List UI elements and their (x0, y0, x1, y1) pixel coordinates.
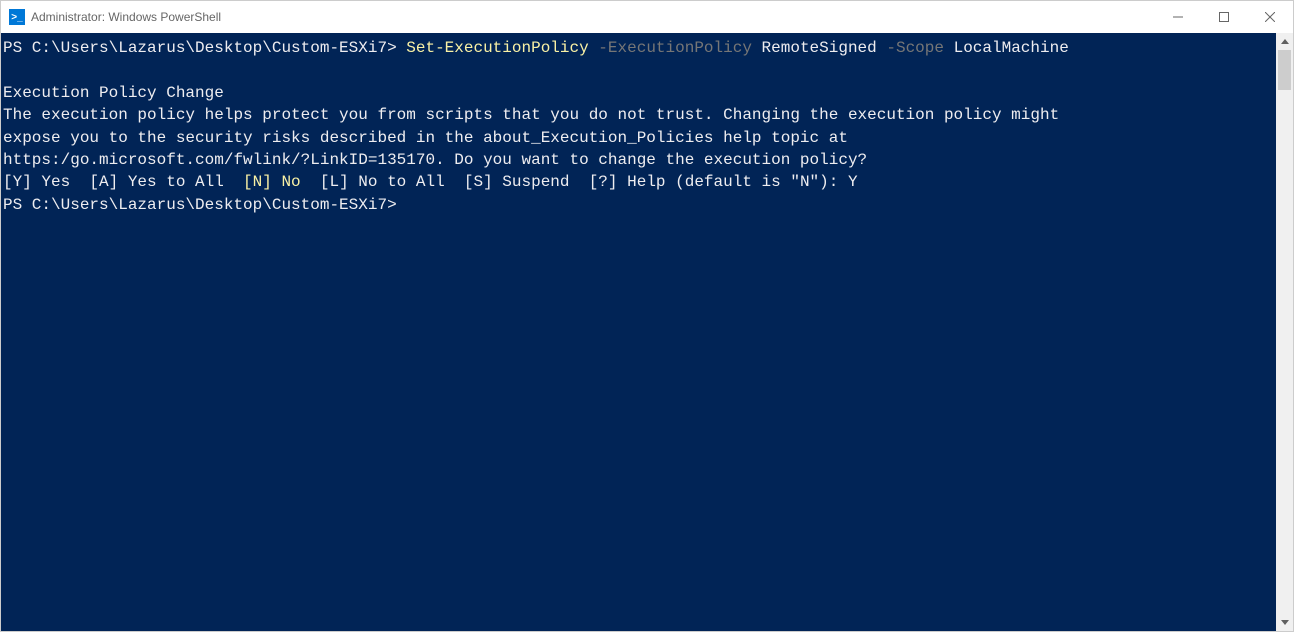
param-name: -ExecutionPolicy (589, 39, 752, 57)
param-value: RemoteSigned (752, 39, 877, 57)
powershell-icon: >_ (9, 9, 25, 25)
prompt-text: PS C:\Users\Lazarus\Desktop\Custom-ESXi7… (3, 39, 406, 57)
terminal-line: https:/go.microsoft.com/fwlink/?LinkID=1… (3, 151, 867, 169)
prompt-text: PS C:\Users\Lazarus\Desktop\Custom-ESXi7… (3, 196, 397, 214)
cmdlet-name: Set-ExecutionPolicy (406, 39, 588, 57)
terminal-output[interactable]: PS C:\Users\Lazarus\Desktop\Custom-ESXi7… (1, 33, 1276, 631)
choice-text: [Y] Yes [A] Yes to All (3, 173, 243, 191)
terminal-line: The execution policy helps protect you f… (3, 106, 1059, 124)
terminal-line: expose you to the security risks describ… (3, 129, 848, 147)
titlebar[interactable]: >_ Administrator: Windows PowerShell (1, 1, 1293, 33)
default-choice: [N] No (243, 173, 301, 191)
vertical-scrollbar[interactable] (1276, 33, 1293, 631)
param-value: LocalMachine (944, 39, 1069, 57)
terminal-line: Execution Policy Change (3, 84, 224, 102)
scroll-thumb[interactable] (1278, 50, 1291, 90)
scroll-track[interactable] (1276, 50, 1293, 614)
maximize-button[interactable] (1201, 1, 1247, 33)
minimize-button[interactable] (1155, 1, 1201, 33)
scroll-up-button[interactable] (1276, 33, 1293, 50)
powershell-window: >_ Administrator: Windows PowerShell PS … (0, 0, 1294, 632)
param-name: -Scope (877, 39, 944, 57)
content-area: PS C:\Users\Lazarus\Desktop\Custom-ESXi7… (1, 33, 1293, 631)
window-title: Administrator: Windows PowerShell (31, 10, 221, 24)
choice-text: [L] No to All [S] Suspend [?] Help (defa… (301, 173, 858, 191)
close-button[interactable] (1247, 1, 1293, 33)
scroll-down-button[interactable] (1276, 614, 1293, 631)
window-controls (1155, 1, 1293, 33)
